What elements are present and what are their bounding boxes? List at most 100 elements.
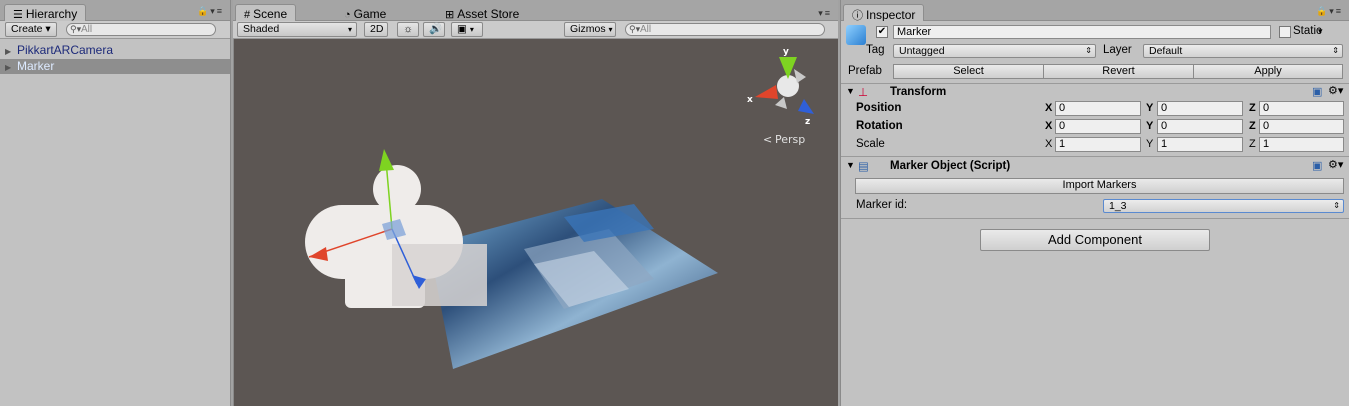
hierarchy-item-pikkartarcamera[interactable]: ▶ PikkartARCamera <box>0 43 230 58</box>
dropdown-arrow-icon: ⇕ <box>1332 46 1339 55</box>
marker-script-title: Marker Object (Script) <box>890 160 1011 172</box>
panel-menu-icon[interactable]: 🔒▾≡ <box>197 6 224 17</box>
orientation-gizmo[interactable] <box>755 57 814 114</box>
rotation-y-letter[interactable]: Y <box>1146 120 1153 132</box>
shading-mode-dropdown[interactable]: Shaded ▾ <box>237 22 357 37</box>
y-axis-arrow-icon[interactable] <box>379 149 394 171</box>
gizmo-y-cone[interactable] <box>779 57 797 79</box>
hierarchy-tabbar: ☰ Hierarchy 🔒▾≡ <box>0 0 230 22</box>
scale-x-letter[interactable]: X <box>1045 138 1052 150</box>
scale-z-input[interactable]: 1 <box>1259 137 1344 152</box>
scene-search-input[interactable]: ⚲▾ All <box>625 23 825 36</box>
transform-axes-icon: ⊥ <box>858 87 869 99</box>
rotation-label: Rotation <box>856 120 903 132</box>
tab-label: Scene <box>253 7 288 21</box>
search-icon: ⚲▾ <box>70 24 82 34</box>
position-x-letter[interactable]: X <box>1045 102 1052 114</box>
tag-dropdown[interactable]: Untagged ⇕ <box>893 44 1096 58</box>
add-component-button[interactable]: Add Component <box>980 229 1210 251</box>
tab-label: Inspector <box>866 8 916 22</box>
gameobject-cube-icon <box>846 25 866 45</box>
gizmo-z-cone[interactable] <box>798 99 814 114</box>
panel-menu-icon[interactable]: 🔒▾≡ <box>1316 6 1343 17</box>
expand-triangle-icon[interactable]: ▶ <box>5 44 17 59</box>
transform-header[interactable]: ▼ ⊥ Transform ▣ ⚙▾ <box>841 84 1349 101</box>
tab-game[interactable]: ◔ Game <box>335 4 395 22</box>
dropdown-arrow-icon: ⇕ <box>1333 201 1340 210</box>
active-checkbox[interactable]: ✔ <box>876 26 888 38</box>
effects-dropdown[interactable]: ▣ ▾ <box>451 22 483 37</box>
object-name-input[interactable]: Marker <box>893 25 1271 39</box>
scene-panel: # Scene ◔ Game ⊞ Asset Store ▾≡ Shaded ▾ 2D … <box>233 0 838 406</box>
panel-menu-icon[interactable]: ▾≡ <box>818 8 832 19</box>
position-x-input[interactable]: 0 <box>1055 101 1141 116</box>
rotation-z-input[interactable]: 0 <box>1259 119 1344 134</box>
collapse-triangle-icon[interactable]: ▼ <box>846 160 855 170</box>
gear-icon[interactable]: ⚙▾ <box>1328 158 1343 171</box>
gizmo-x-label: x <box>747 95 753 105</box>
hierarchy-search-input[interactable]: ⚲▾ All <box>66 23 216 36</box>
hierarchy-toolbar: Create ▾ ⚲▾ All <box>0 21 230 39</box>
import-markers-button[interactable]: Import Markers <box>855 178 1344 194</box>
create-button[interactable]: Create ▾ <box>5 22 57 37</box>
hierarchy-item-label: Marker <box>17 59 55 73</box>
collapse-triangle-icon[interactable]: ▼ <box>846 86 855 96</box>
tab-label: Asset Store <box>457 7 520 21</box>
scale-z-letter[interactable]: Z <box>1249 138 1256 150</box>
divider <box>841 218 1349 219</box>
persp-icon[interactable]: < <box>763 133 772 146</box>
help-book-icon[interactable]: ▣ <box>1312 159 1322 172</box>
rotation-z-letter[interactable]: Z <box>1249 120 1256 132</box>
prefab-select-button[interactable]: Select <box>893 64 1044 79</box>
expand-triangle-icon[interactable]: ▶ <box>5 60 17 75</box>
position-z-letter[interactable]: Z <box>1249 102 1256 114</box>
transform-title: Transform <box>890 86 947 98</box>
2d-toggle-button[interactable]: 2D <box>364 22 388 37</box>
grid-icon: # <box>244 9 251 21</box>
hierarchy-item-marker[interactable]: ▶ Marker <box>0 59 230 74</box>
marker-id-dropdown[interactable]: 1_3 ⇕ <box>1103 199 1344 213</box>
search-placeholder: All <box>640 24 652 35</box>
marker-script-header[interactable]: ▼ ▤ Marker Object (Script) ▣ ⚙▾ <box>841 159 1349 176</box>
script-file-icon: ▤ <box>858 161 869 173</box>
gizmos-dropdown[interactable]: Gizmos ▾ <box>564 22 616 37</box>
gear-icon[interactable]: ⚙▾ <box>1328 84 1343 97</box>
create-label: Create <box>11 23 43 35</box>
rotation-x-input[interactable]: 0 <box>1055 119 1141 134</box>
gizmo-x-cone[interactable] <box>755 85 778 99</box>
layer-label: Layer <box>1103 44 1132 56</box>
dropdown-arrow-icon: ⇕ <box>1085 46 1092 55</box>
position-y-input[interactable]: 0 <box>1157 101 1243 116</box>
tab-scene[interactable]: # Scene <box>235 4 297 22</box>
scene-viewport[interactable]: y x z < Persp <box>233 39 838 406</box>
dropdown-arrow-icon[interactable]: ▾ <box>1318 26 1323 37</box>
tag-label: Tag <box>866 44 885 56</box>
inspector-body: ✔ Marker Static ▾ Tag Untagged ⇕ Layer De… <box>841 21 1349 406</box>
prefab-revert-button[interactable]: Revert <box>1043 64 1194 79</box>
scene-render[interactable]: y x z < Persp <box>234 39 838 406</box>
scale-y-letter[interactable]: Y <box>1146 138 1153 150</box>
rotation-y-input[interactable]: 0 <box>1157 119 1243 134</box>
tab-inspector[interactable]: ⓘ Inspector <box>843 4 925 22</box>
tab-label: Game <box>353 7 387 21</box>
scale-x-input[interactable]: 1 <box>1055 137 1141 152</box>
rotation-x-letter[interactable]: X <box>1045 120 1052 132</box>
dropdown-arrow-icon: ▾ <box>347 25 352 34</box>
lighting-toggle-button[interactable]: ☼ <box>397 22 419 37</box>
tab-hierarchy[interactable]: ☰ Hierarchy <box>4 4 87 22</box>
search-icon: ⚲▾ <box>629 24 641 34</box>
prefab-apply-button[interactable]: Apply <box>1193 64 1343 79</box>
tab-asset-store[interactable]: ⊞ Asset Store <box>436 4 528 22</box>
audio-toggle-button[interactable]: 🔊 <box>423 22 445 37</box>
help-book-icon[interactable]: ▣ <box>1312 85 1322 98</box>
layer-value: Default <box>1149 45 1183 57</box>
scale-y-input[interactable]: 1 <box>1157 137 1243 152</box>
layer-dropdown[interactable]: Default ⇕ <box>1143 44 1343 58</box>
divider <box>841 156 1349 157</box>
sun-icon: ☼ <box>403 23 413 35</box>
dropdown-arrow-icon: ▾ <box>608 25 613 34</box>
static-checkbox[interactable] <box>1279 26 1291 38</box>
persp-label[interactable]: Persp <box>775 133 805 146</box>
position-y-letter[interactable]: Y <box>1146 102 1153 114</box>
position-z-input[interactable]: 0 <box>1259 101 1344 116</box>
